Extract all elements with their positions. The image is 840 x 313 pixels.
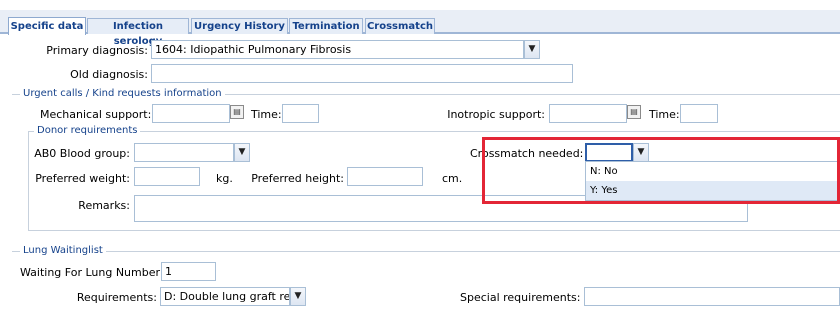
inotropic-support-label: Inotropic support: — [447, 108, 545, 121]
donor-fieldset-bottom-edge — [28, 230, 840, 231]
abo-blood-group-label: AB0 Blood group: — [34, 147, 130, 160]
preferred-height-input[interactable] — [347, 167, 423, 186]
chevron-down-icon[interactable]: ▼ — [524, 40, 540, 59]
mechanical-support-input[interactable] — [152, 104, 230, 123]
weight-unit-label: kg. — [216, 172, 233, 185]
old-diagnosis-label: Old diagnosis: — [70, 68, 148, 81]
preferred-weight-label: Preferred weight: — [35, 172, 130, 185]
lung-legend: Lung Waitinglist — [20, 245, 106, 257]
top-strip — [0, 0, 840, 10]
special-requirements-label: Special requirements: — [460, 291, 581, 304]
inotropic-time-input[interactable] — [680, 104, 718, 123]
requirements-select[interactable]: D: Double lung graft requir — [160, 287, 290, 306]
special-requirements-input[interactable] — [584, 287, 840, 306]
highlight-box — [482, 137, 840, 204]
chevron-down-icon[interactable]: ▼ — [234, 143, 250, 162]
calendar-icon[interactable]: ▤ — [627, 105, 641, 119]
height-unit-label: cm. — [442, 172, 463, 185]
preferred-height-label: Preferred height: — [251, 172, 344, 185]
chevron-down-icon[interactable]: ▼ — [290, 287, 306, 306]
primary-diagnosis-select[interactable]: 1604: Idiopathic Pulmonary Fibrosis — [151, 40, 524, 59]
tab-specific-data[interactable]: Specific data — [8, 17, 86, 35]
waiting-lung-number-input[interactable]: 1 — [161, 262, 216, 281]
primary-diagnosis-label: Primary diagnosis: — [46, 44, 148, 57]
requirements-label: Requirements: — [76, 291, 157, 304]
tab-urgency-history[interactable]: Urgency History — [191, 18, 288, 34]
donor-fieldset-left-edge — [28, 131, 29, 230]
calendar-icon[interactable]: ▤ — [230, 105, 244, 119]
donor-legend: Donor requirements — [34, 125, 141, 137]
preferred-weight-input[interactable] — [134, 167, 200, 186]
donor-fieldset-border — [28, 131, 840, 132]
inotropic-support-input[interactable] — [549, 104, 627, 123]
mechanical-time-input[interactable] — [282, 104, 319, 123]
lung-fieldset-border — [12, 251, 840, 252]
remarks-label: Remarks: — [78, 199, 130, 212]
urgent-legend: Urgent calls / Kind requests information — [20, 88, 225, 100]
waiting-lung-number-label: Waiting For Lung Number: — [20, 266, 164, 279]
abo-blood-group-select[interactable] — [134, 143, 234, 162]
mechanical-support-label: Mechanical support: — [40, 108, 152, 121]
old-diagnosis-input[interactable] — [151, 64, 573, 83]
tab-infection-serology[interactable]: Infection serology — [87, 18, 189, 47]
inotropic-time-label: Time: — [649, 108, 680, 121]
mechanical-time-label: Time: — [251, 108, 282, 121]
tab-termination[interactable]: Termination — [289, 18, 363, 34]
tab-crossmatch[interactable]: Crossmatch — [365, 18, 435, 34]
